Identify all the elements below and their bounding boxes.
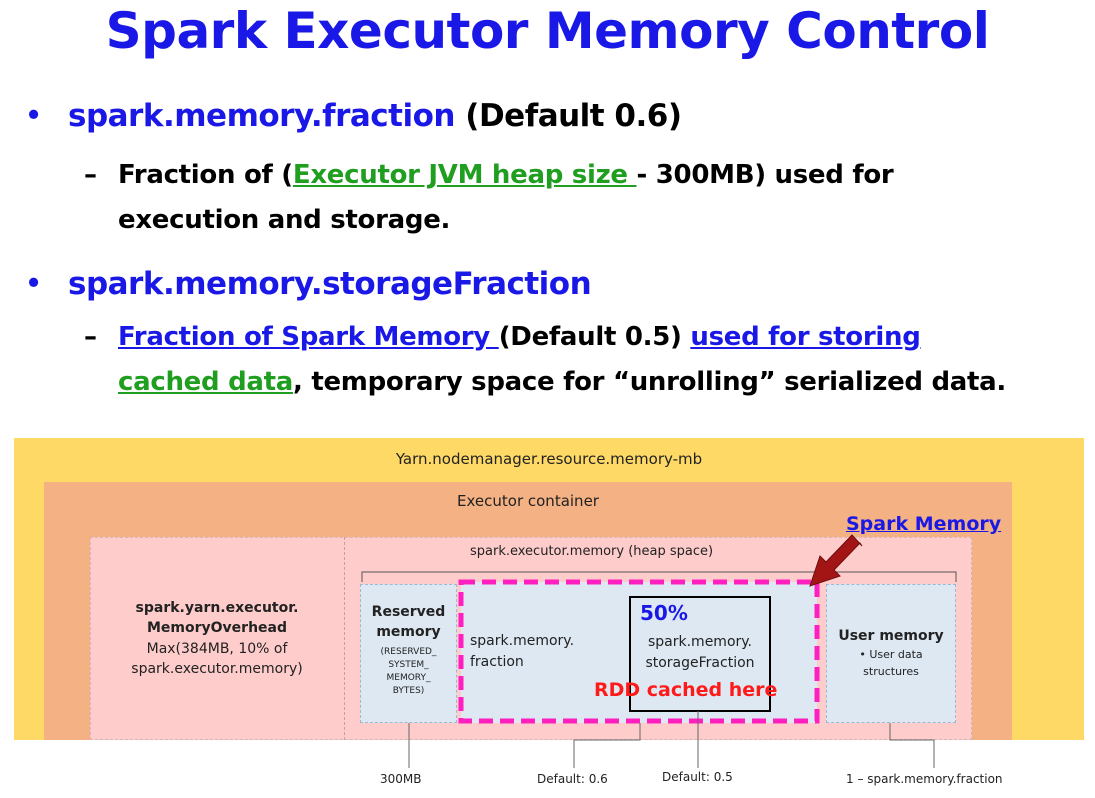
spark-memory-arrow — [809, 534, 863, 587]
diagram-lines — [361, 534, 957, 768]
connector-default-06 — [573, 723, 641, 768]
spark-memory-dashed-outline — [458, 579, 820, 724]
label-default-06: Default: 0.6 — [537, 772, 608, 786]
connector-user — [889, 723, 935, 768]
label-user-fraction: 1 – spark.memory.fraction — [846, 772, 1003, 786]
label-300mb: 300MB — [380, 772, 422, 786]
label-default-05: Default: 0.5 — [662, 770, 733, 784]
